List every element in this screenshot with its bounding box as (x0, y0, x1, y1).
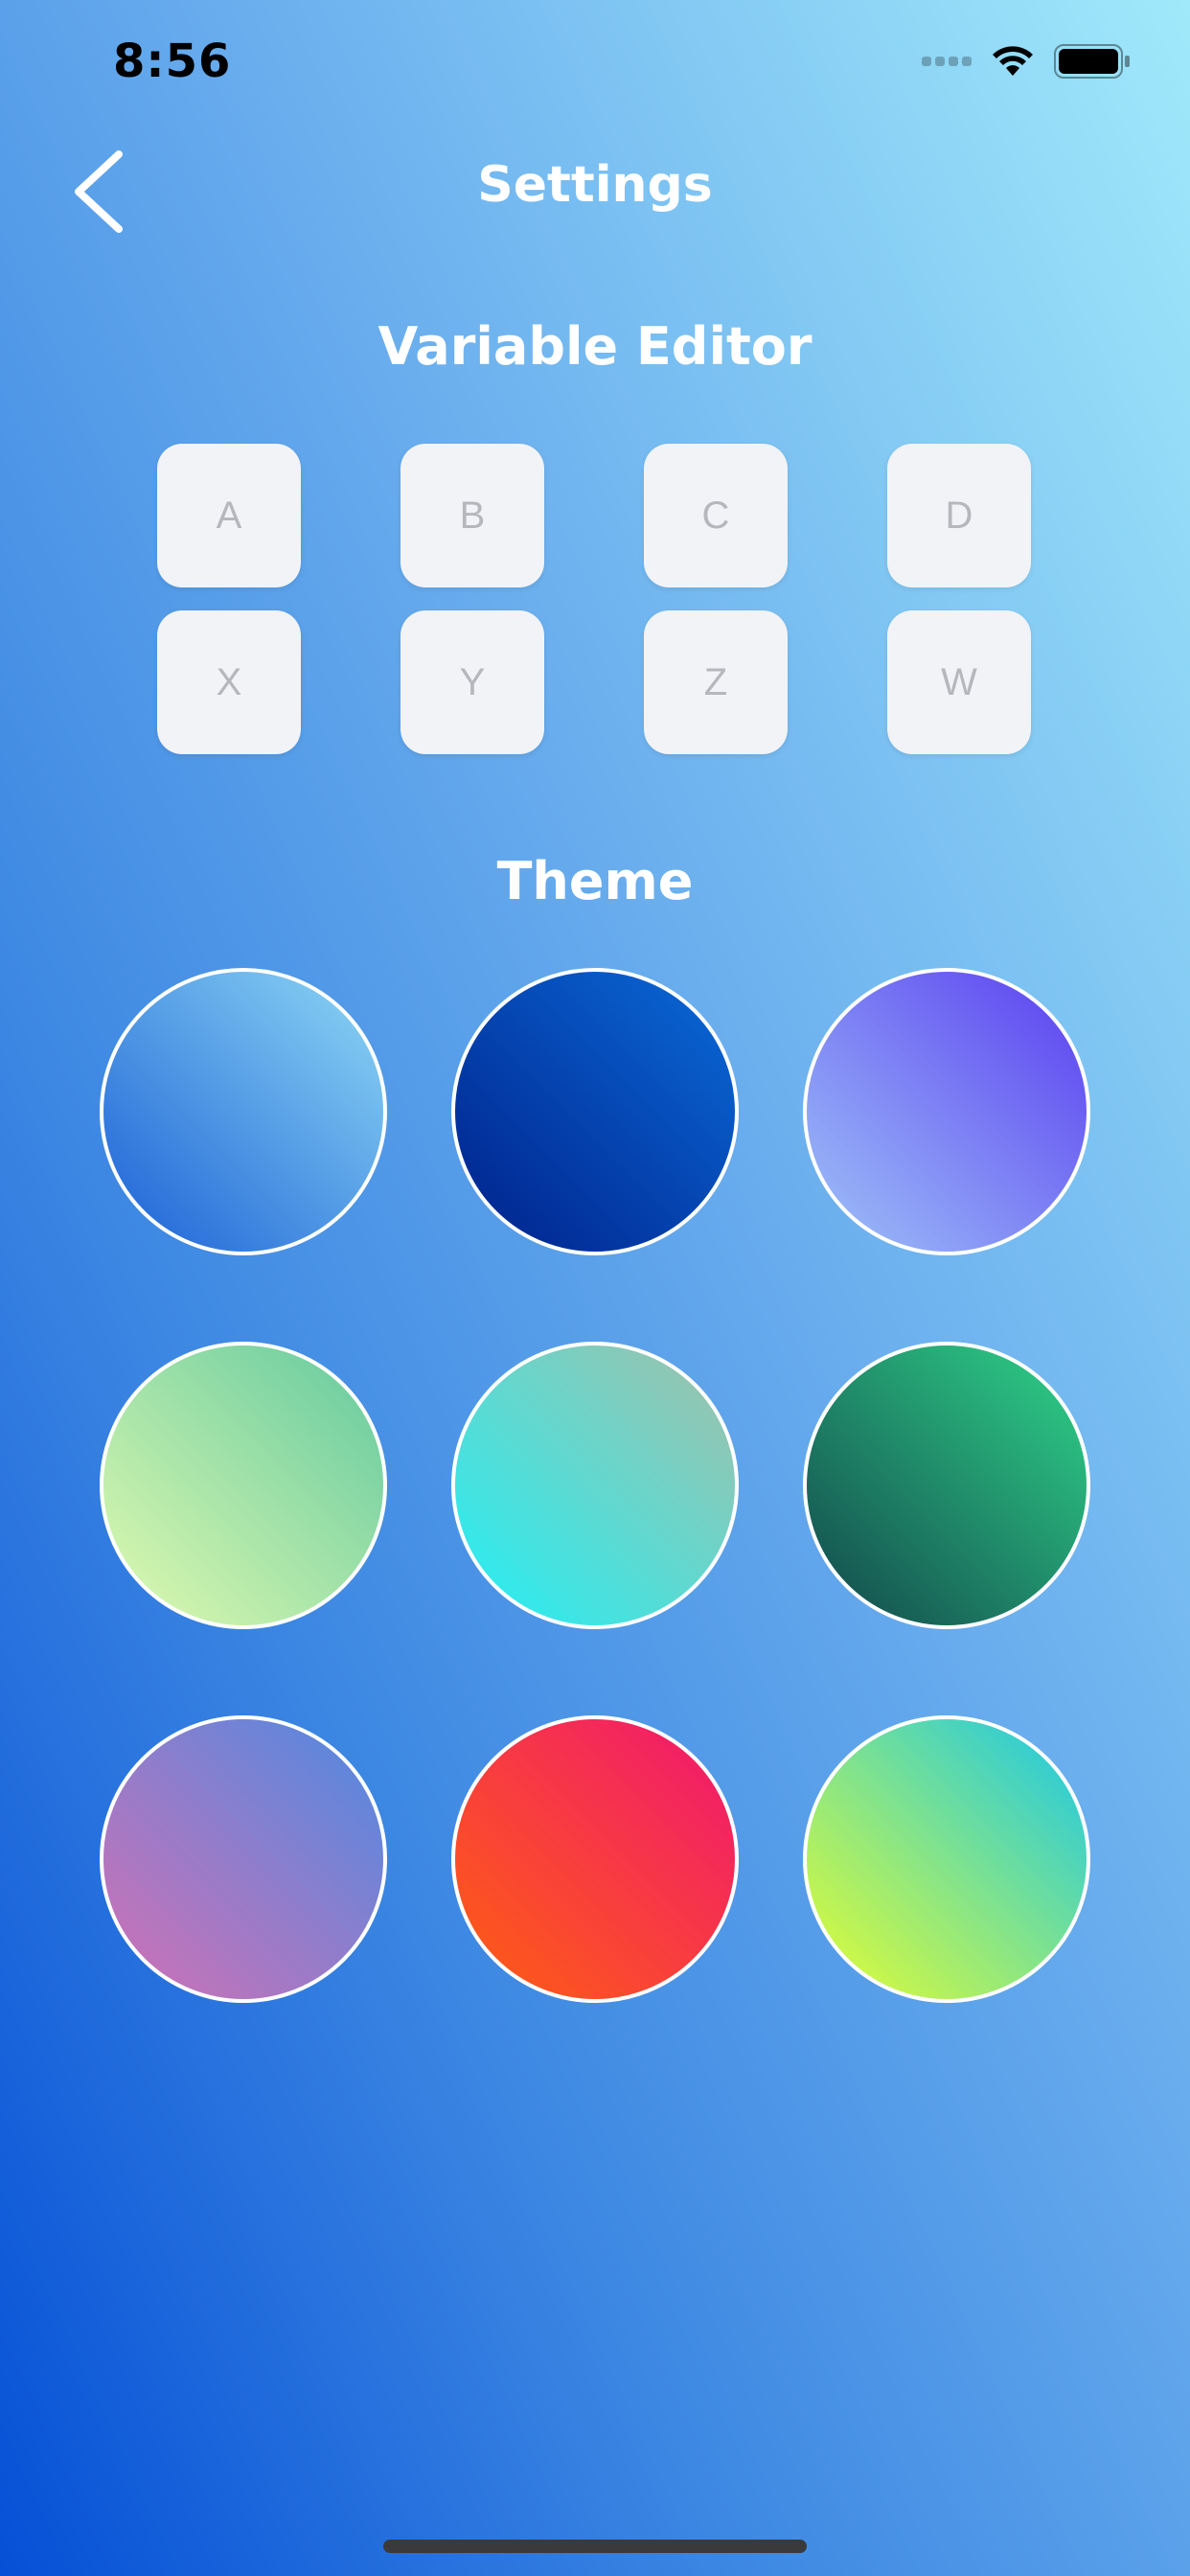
battery-icon (1054, 44, 1131, 79)
wifi-icon (991, 45, 1035, 78)
variable-key-d[interactable]: D (887, 444, 1031, 587)
variable-key-z[interactable]: Z (644, 610, 788, 754)
variable-key-w[interactable]: W (887, 610, 1031, 754)
page-title: Settings (477, 156, 713, 214)
status-time: 8:56 (113, 34, 232, 88)
variable-key-x[interactable]: X (157, 610, 301, 754)
theme-swatch-lime-mint[interactable] (100, 1342, 387, 1629)
theme-title: Theme (496, 851, 694, 911)
variable-key-b[interactable]: B (400, 444, 544, 587)
status-bar: 8:56 (0, 0, 1190, 129)
theme-swatch-grid (100, 968, 1090, 2003)
theme-swatch-sunset-red[interactable] (451, 1715, 739, 2003)
theme-swatch-cyan-sage[interactable] (451, 1342, 739, 1629)
theme-swatch-forest-green[interactable] (803, 1342, 1090, 1629)
variable-key-a[interactable]: A (157, 444, 301, 587)
theme-swatch-deep-blue[interactable] (451, 968, 739, 1255)
variable-editor-title: Variable Editor (378, 316, 812, 377)
variable-key-y[interactable]: Y (400, 610, 544, 754)
theme-swatch-sky-blue[interactable] (100, 968, 387, 1255)
navigation-bar: Settings (0, 129, 1190, 244)
home-indicator[interactable] (383, 2540, 807, 2553)
status-icons (922, 44, 1131, 79)
theme-swatch-orchid[interactable] (100, 1715, 387, 2003)
cellular-signal-icon (922, 57, 972, 66)
theme-swatch-violet[interactable] (803, 968, 1090, 1255)
variable-key-grid: A B C D X Y Z W (157, 444, 1033, 754)
variable-key-c[interactable]: C (644, 444, 788, 587)
theme-swatch-lime-teal[interactable] (803, 1715, 1090, 2003)
